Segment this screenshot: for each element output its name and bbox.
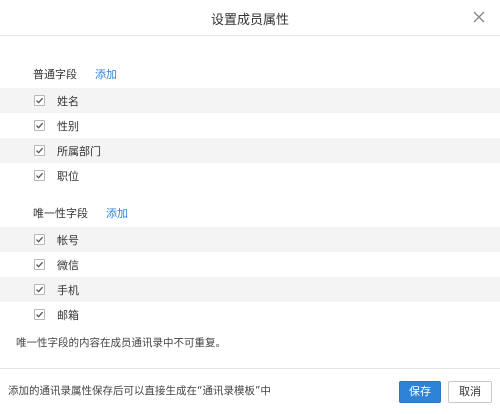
field-checkbox[interactable] <box>34 234 45 245</box>
dialog-header: 设置成员属性 <box>0 0 500 36</box>
field-row: 手机 <box>0 277 500 302</box>
field-row: 所属部门 <box>0 138 500 163</box>
field-checkbox[interactable] <box>34 284 45 295</box>
uniqueness-note: 唯一性字段的内容在成员通讯录中不可重复。 <box>16 337 226 349</box>
save-button[interactable]: 保存 <box>399 381 441 403</box>
unique-fields-heading: 唯一性字段 添加 <box>33 205 128 221</box>
field-checkbox[interactable] <box>34 170 45 181</box>
field-label: 职位 <box>57 169 79 183</box>
close-icon[interactable] <box>472 10 486 24</box>
field-label: 所属部门 <box>57 144 101 158</box>
common-fields-heading: 普通字段 添加 <box>33 66 117 82</box>
common-fields-title: 普通字段 <box>33 68 77 81</box>
field-checkbox[interactable] <box>34 259 45 270</box>
field-row: 姓名 <box>0 88 500 113</box>
cancel-button[interactable]: 取消 <box>448 381 492 403</box>
unique-fields-title: 唯一性字段 <box>33 207 88 220</box>
dialog-footer: 添加的通讯录属性保存后可以直接生成在“通讯录模板”中 保存 取消 <box>0 368 500 414</box>
field-checkbox[interactable] <box>34 145 45 156</box>
field-label: 帐号 <box>57 233 79 247</box>
field-label: 邮箱 <box>57 308 79 322</box>
field-checkbox[interactable] <box>34 309 45 320</box>
unique-fields-add-link[interactable]: 添加 <box>106 207 128 220</box>
common-fields-add-link[interactable]: 添加 <box>95 68 117 81</box>
field-label: 姓名 <box>57 94 79 108</box>
field-row: 职位 <box>0 163 500 188</box>
field-row: 微信 <box>0 252 500 277</box>
field-checkbox[interactable] <box>34 95 45 106</box>
field-label: 微信 <box>57 258 79 272</box>
footer-hint: 添加的通讯录属性保存后可以直接生成在“通讯录模板”中 <box>8 385 271 397</box>
dialog-title: 设置成员属性 <box>210 13 289 28</box>
field-label: 性别 <box>57 119 79 133</box>
field-label: 手机 <box>57 283 79 297</box>
field-row: 邮箱 <box>0 302 500 327</box>
field-row: 性别 <box>0 113 500 138</box>
field-checkbox[interactable] <box>34 120 45 131</box>
field-row: 帐号 <box>0 227 500 252</box>
